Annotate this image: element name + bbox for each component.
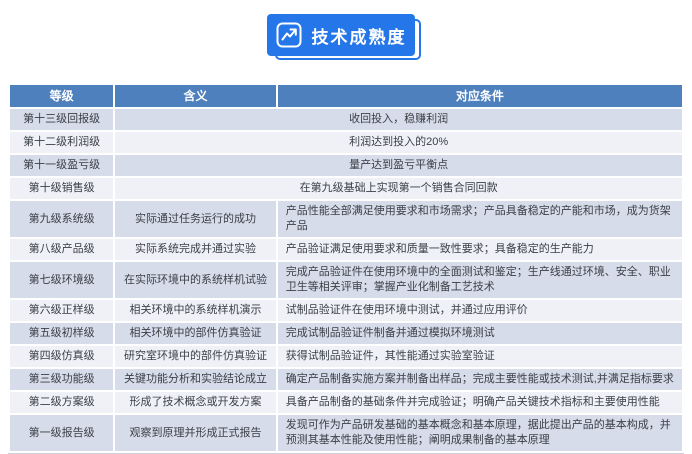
header-row: 等级 含义 对应条件: [10, 85, 682, 107]
meaning-cell: 相关环境中的系统样机演示: [115, 300, 275, 321]
merged-cell: 收回投入，稳赚利润: [115, 109, 682, 130]
table-row: 第六级正样级 相关环境中的系统样机演示 试制品验证件在使用环境中测试，并通过应用…: [10, 300, 682, 321]
maturity-table-wrapper: 等级 含义 对应条件 第十三级回报级 收回投入，稳赚利润 第十二级利润级 利润达…: [8, 83, 684, 454]
level-cell: 第九级系统级: [10, 201, 113, 237]
maturity-table: 等级 含义 对应条件 第十三级回报级 收回投入，稳赚利润 第十二级利润级 利润达…: [8, 83, 684, 453]
meaning-cell: 实际通过任务运行的成功: [115, 201, 275, 237]
condition-cell: 产品验证满足使用要求和质量一致性要求；具备稳定的生产能力: [278, 239, 682, 260]
table-row: 第七级环境级 在实际环境中的系统样机试验 完成产品验证件在使用环境中的全面测试和…: [10, 262, 682, 298]
condition-cell: 完成试制品验证件制备并通过模拟环境测试: [278, 323, 682, 344]
condition-cell: 具备产品制备的基础条件并完成验证；明确产品关键技术指标和主要使用性能: [278, 392, 682, 413]
title-badge: 技术成熟度: [267, 14, 417, 58]
badge-title: 技术成熟度: [312, 23, 407, 48]
level-cell: 第十二级利润级: [10, 132, 113, 153]
meaning-cell: 研究室环境中的部件仿真验证: [115, 346, 275, 367]
condition-cell: 确定产品制备实施方案并制备出样品；完成主要性能或技术测试,并满足指标要求: [278, 369, 682, 390]
condition-cell: 试制品验证件在使用环境中测试，并通过应用评价: [278, 300, 682, 321]
meaning-cell: 相关环境中的部件仿真验证: [115, 323, 275, 344]
level-cell: 第七级环境级: [10, 262, 113, 298]
table-row: 第三级功能级 关键功能分析和实验结论成立 确定产品制备实施方案并制备出样品；完成…: [10, 369, 682, 390]
merged-cell: 量产达到盈亏平衡点: [115, 155, 682, 176]
badge: 技术成熟度: [267, 14, 415, 56]
level-cell: 第十三级回报级: [10, 109, 113, 130]
condition-cell: 获得试制品验证件，其性能通过实验室验证: [278, 346, 682, 367]
header-level: 等级: [10, 85, 113, 107]
table-row: 第五级初样级 相关环境中的部件仿真验证 完成试制品验证件制备并通过模拟环境测试: [10, 323, 682, 344]
meaning-cell: 形成了技术概念或开发方案: [115, 392, 275, 413]
table-row: 第十二级利润级 利润达到投入的20%: [10, 132, 682, 153]
merged-cell: 在第九级基础上实现第一个销售合同回款: [115, 178, 682, 199]
table-row: 第二级方案级 形成了技术概念或开发方案 具备产品制备的基础条件并完成验证；明确产…: [10, 392, 682, 413]
level-cell: 第二级方案级: [10, 392, 113, 413]
level-cell: 第十级销售级: [10, 178, 113, 199]
table-row: 第八级产品级 实际系统完成并通过实验 产品验证满足使用要求和质量一致性要求；具备…: [10, 239, 682, 260]
header-meaning: 含义: [115, 85, 275, 107]
table-row: 第十一级盈亏级 量产达到盈亏平衡点: [10, 155, 682, 176]
meaning-cell: 在实际环境中的系统样机试验: [115, 262, 275, 298]
level-cell: 第三级功能级: [10, 369, 113, 390]
meaning-cell: 实际系统完成并通过实验: [115, 239, 275, 260]
header-condition: 对应条件: [278, 85, 682, 107]
table-row: 第九级系统级 实际通过任务运行的成功 产品性能全部满足使用要求和市场需求；产品具…: [10, 201, 682, 237]
level-cell: 第四级仿真级: [10, 346, 113, 367]
condition-cell: 完成产品验证件在使用环境中的全面测试和鉴定；生产线通过环境、安全、职业卫生等相关…: [278, 262, 682, 298]
table-row: 第十三级回报级 收回投入，稳赚利润: [10, 109, 682, 130]
merged-cell: 利润达到投入的20%: [115, 132, 682, 153]
condition-cell: 产品性能全部满足使用要求和市场需求；产品具备稳定的产能和市场，成为货架产品: [278, 201, 682, 237]
level-cell: 第十一级盈亏级: [10, 155, 113, 176]
table-row: 第十级销售级 在第九级基础上实现第一个销售合同回款: [10, 178, 682, 199]
meaning-cell: 关键功能分析和实验结论成立: [115, 369, 275, 390]
level-cell: 第八级产品级: [10, 239, 113, 260]
page: { "badge": { "title": "技术成熟度", "icon": "…: [0, 0, 692, 446]
level-cell: 第六级正样级: [10, 300, 113, 321]
level-cell: 第五级初样级: [10, 323, 113, 344]
table-row: 第四级仿真级 研究室环境中的部件仿真验证 获得试制品验证件，其性能通过实验室验证: [10, 346, 682, 367]
trend-up-icon: [276, 22, 302, 48]
